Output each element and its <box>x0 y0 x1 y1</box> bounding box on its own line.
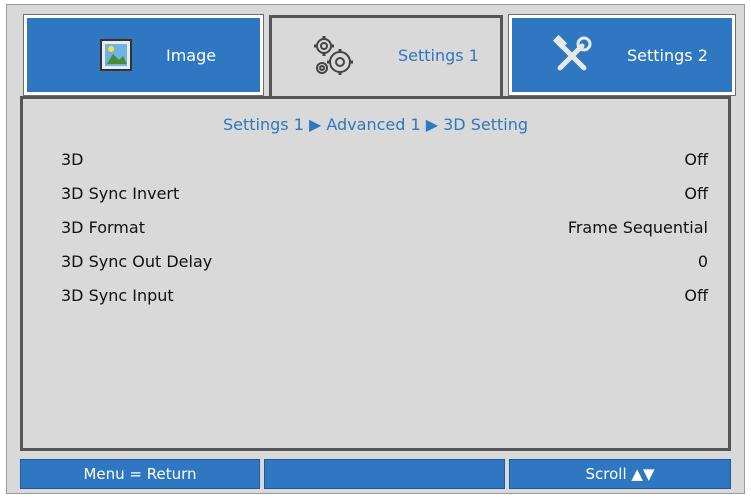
row-label: 3D Sync Out Delay <box>61 251 213 271</box>
row-value: Frame Sequential <box>567 217 708 237</box>
settings-panel: Settings 1 ▶ Advanced 1 ▶ 3D Setting 3D … <box>20 96 731 451</box>
tab-image-label: Image <box>166 46 217 65</box>
row-value: Off <box>684 149 708 169</box>
row-label: 3D Sync Invert <box>61 183 180 203</box>
image-icon <box>97 36 137 76</box>
tab-settings-2-label: Settings 2 <box>627 46 708 65</box>
breadcrumb: Settings 1 ▶ Advanced 1 ▶ 3D Setting <box>222 115 528 134</box>
menu-row-3d-sync-invert[interactable]: 3D Sync Invert Off <box>61 178 708 208</box>
tools-icon <box>550 34 594 78</box>
footer-blank-bar <box>264 459 505 489</box>
row-value: 0 <box>697 251 708 271</box>
tab-image[interactable]: Image <box>23 14 264 96</box>
row-label: 3D Sync Input <box>61 285 174 305</box>
menu-row-3d-sync-input[interactable]: 3D Sync Input Off <box>61 280 708 310</box>
menu-return-hint: Menu = Return <box>20 459 260 489</box>
gears-icon <box>310 32 360 82</box>
row-label: 3D Format <box>61 217 145 237</box>
tab-settings-1-label: Settings 1 <box>398 46 479 65</box>
row-value: Off <box>684 285 708 305</box>
tab-settings-1[interactable]: Settings 1 <box>269 15 503 101</box>
menu-row-3d[interactable]: 3D Off <box>61 144 708 174</box>
row-value: Off <box>684 183 708 203</box>
menu-row-3d-format[interactable]: 3D Format Frame Sequential <box>61 212 708 242</box>
tab-settings-2[interactable]: Settings 2 <box>508 14 736 96</box>
menu-row-3d-sync-out-delay[interactable]: 3D Sync Out Delay 0 <box>61 246 708 276</box>
row-label: 3D <box>61 149 84 169</box>
scroll-hint: Scroll ▲▼ <box>509 459 731 489</box>
